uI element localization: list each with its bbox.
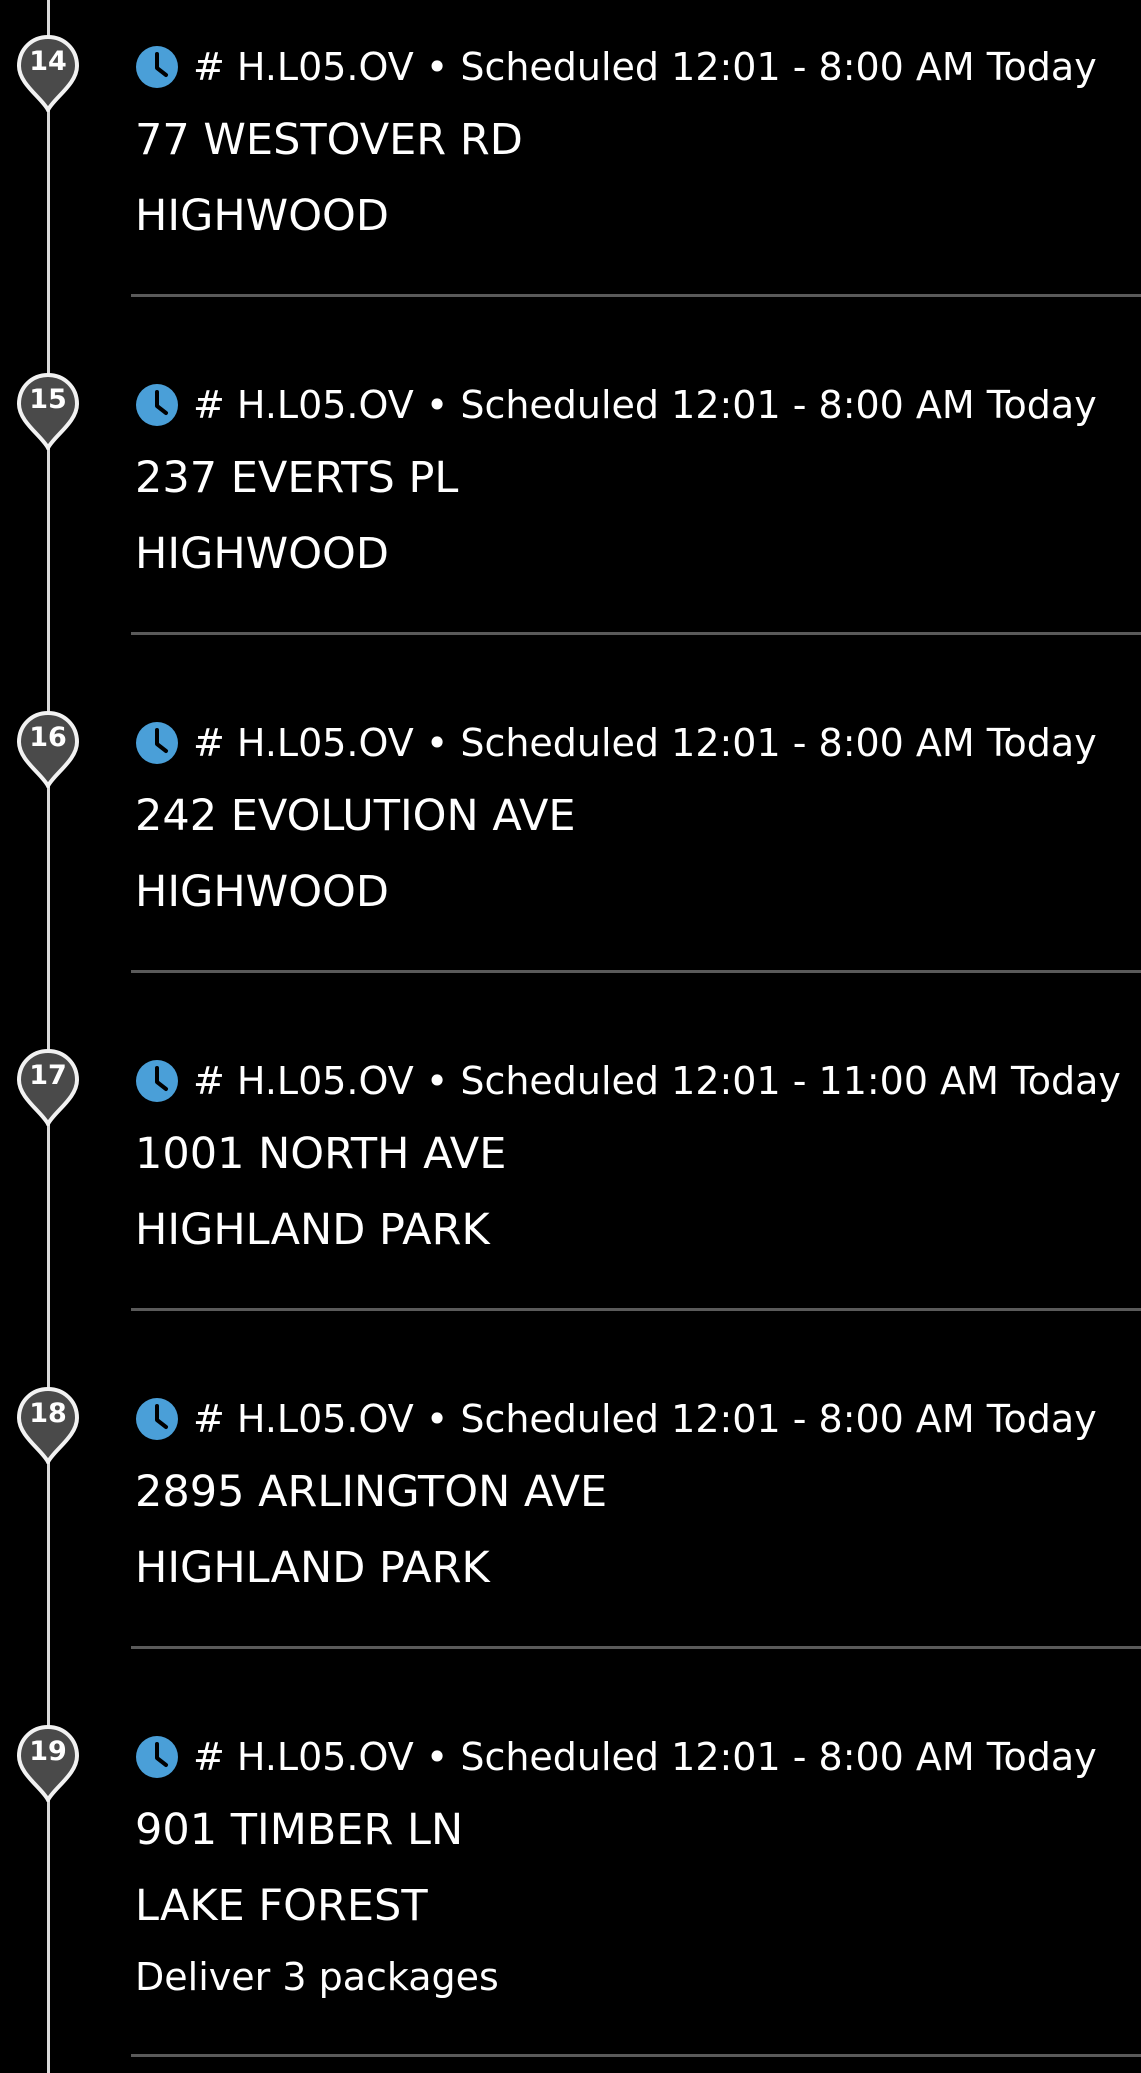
clock-icon xyxy=(135,1059,179,1103)
stop-meta: # H.L05.OV • Scheduled 12:01 - 8:00 AM T… xyxy=(135,1396,1097,1442)
stop-meta: # H.L05.OV • Scheduled 12:01 - 8:00 AM T… xyxy=(135,1734,1097,1780)
stop-address: 2895 ARLINGTON AVE xyxy=(135,1467,608,1517)
stop-row[interactable]: 19 # H.L05.OV • Scheduled 12:01 - 8:00 A… xyxy=(0,1690,1141,2073)
stop-list: 14 # H.L05.OV • Scheduled 12:01 - 8:00 A… xyxy=(0,0,1141,2073)
stop-schedule: # H.L05.OV • Scheduled 12:01 - 8:00 AM T… xyxy=(193,45,1097,89)
divider xyxy=(131,2054,1141,2057)
clock-icon xyxy=(135,45,179,89)
stop-address: 77 WESTOVER RD xyxy=(135,115,523,165)
map-pin-icon: 16 xyxy=(15,710,81,788)
stop-meta: # H.L05.OV • Scheduled 12:01 - 8:00 AM T… xyxy=(135,382,1097,428)
map-pin-icon: 15 xyxy=(15,372,81,450)
map-pin-icon: 14 xyxy=(15,34,81,112)
divider xyxy=(131,1646,1141,1649)
stop-row[interactable]: 16 # H.L05.OV • Scheduled 12:01 - 8:00 A… xyxy=(0,676,1141,1014)
stop-meta: # H.L05.OV • Scheduled 12:01 - 8:00 AM T… xyxy=(135,720,1097,766)
stop-schedule: # H.L05.OV • Scheduled 12:01 - 8:00 AM T… xyxy=(193,721,1097,765)
stop-address: 237 EVERTS PL xyxy=(135,453,459,503)
map-pin-icon: 18 xyxy=(15,1386,81,1464)
stop-schedule: # H.L05.OV • Scheduled 12:01 - 8:00 AM T… xyxy=(193,383,1097,427)
clock-icon xyxy=(135,383,179,427)
stop-number: 19 xyxy=(29,1736,67,1767)
clock-icon xyxy=(135,721,179,765)
stop-row[interactable]: 18 # H.L05.OV • Scheduled 12:01 - 8:00 A… xyxy=(0,1352,1141,1690)
map-pin-icon: 17 xyxy=(15,1048,81,1126)
stop-number: 15 xyxy=(29,384,67,415)
stop-city: HIGHLAND PARK xyxy=(135,1205,490,1255)
stop-address: 1001 NORTH AVE xyxy=(135,1129,507,1179)
stop-number: 17 xyxy=(29,1060,67,1091)
stop-number: 14 xyxy=(29,46,67,77)
divider xyxy=(131,294,1141,297)
stop-schedule: # H.L05.OV • Scheduled 12:01 - 11:00 AM … xyxy=(193,1059,1121,1103)
stop-note: Deliver 3 packages xyxy=(135,1955,499,1999)
divider xyxy=(131,632,1141,635)
stop-city: HIGHWOOD xyxy=(135,529,389,579)
stop-schedule: # H.L05.OV • Scheduled 12:01 - 8:00 AM T… xyxy=(193,1735,1097,1779)
stop-address: 242 EVOLUTION AVE xyxy=(135,791,576,841)
stop-row[interactable]: 15 # H.L05.OV • Scheduled 12:01 - 8:00 A… xyxy=(0,338,1141,676)
stop-address: 901 TIMBER LN xyxy=(135,1805,464,1855)
stop-schedule: # H.L05.OV • Scheduled 12:01 - 8:00 AM T… xyxy=(193,1397,1097,1441)
divider xyxy=(131,1308,1141,1311)
stop-city: HIGHWOOD xyxy=(135,191,389,241)
stop-city: HIGHWOOD xyxy=(135,867,389,917)
stop-city: LAKE FOREST xyxy=(135,1881,428,1931)
clock-icon xyxy=(135,1735,179,1779)
stop-number: 16 xyxy=(29,722,67,753)
stop-number: 18 xyxy=(29,1398,67,1429)
stop-meta: # H.L05.OV • Scheduled 12:01 - 11:00 AM … xyxy=(135,1058,1121,1104)
stop-city: HIGHLAND PARK xyxy=(135,1543,490,1593)
stop-row[interactable]: 17 # H.L05.OV • Scheduled 12:01 - 11:00 … xyxy=(0,1014,1141,1352)
stop-row[interactable]: 14 # H.L05.OV • Scheduled 12:01 - 8:00 A… xyxy=(0,0,1141,338)
map-pin-icon: 19 xyxy=(15,1724,81,1802)
clock-icon xyxy=(135,1397,179,1441)
stop-meta: # H.L05.OV • Scheduled 12:01 - 8:00 AM T… xyxy=(135,44,1097,90)
divider xyxy=(131,970,1141,973)
